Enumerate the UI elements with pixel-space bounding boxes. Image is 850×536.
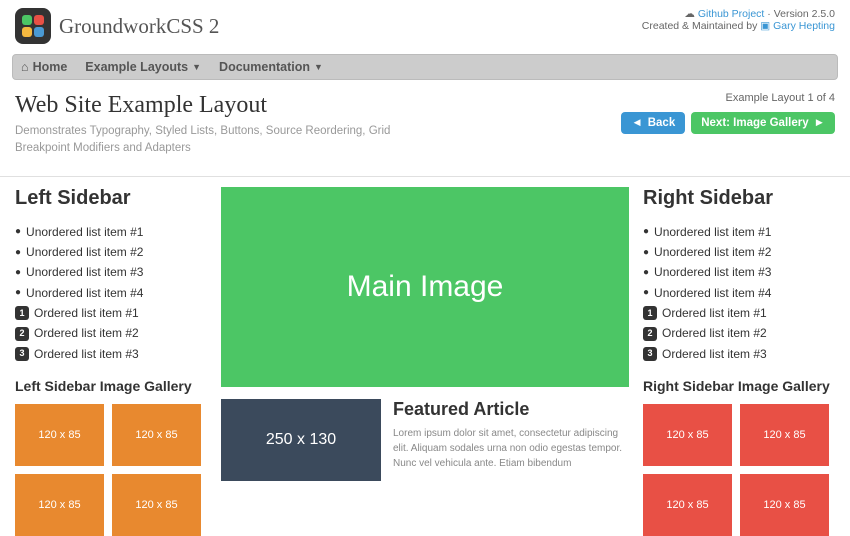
caret-down-icon: ▼ (314, 62, 323, 72)
back-button[interactable]: ◄Back (621, 112, 685, 134)
list-item: ●Unordered list item #4 (15, 283, 207, 303)
list-item: ●Unordered list item #2 (15, 242, 207, 262)
arrow-right-icon: ► (814, 117, 825, 129)
right-gallery-title: Right Sidebar Image Gallery (643, 378, 835, 394)
author-link[interactable]: Gary Hepting (773, 20, 835, 32)
thumbnail[interactable]: 120 x 85 (112, 474, 201, 536)
github-icon: ☁ (684, 8, 695, 20)
thumbnail[interactable]: 120 x 85 (15, 474, 104, 536)
logo (15, 8, 51, 44)
list-item: 2Ordered list item #2 (15, 323, 207, 343)
maintained-label: Created & Maintained by (642, 20, 758, 32)
list-item: 3Ordered list item #3 (15, 344, 207, 364)
nav-docs[interactable]: Documentation▼ (219, 60, 323, 74)
brand-title: GroundworkCSS 2 (59, 14, 219, 39)
nav-layouts[interactable]: Example Layouts▼ (85, 60, 201, 74)
list-item: 1Ordered list item #1 (643, 303, 835, 323)
version-text: Version 2.5.0 (774, 8, 835, 20)
list-item: ●Unordered list item #3 (15, 262, 207, 282)
list-item: 1Ordered list item #1 (15, 303, 207, 323)
thumbnail[interactable]: 120 x 85 (643, 404, 732, 466)
list-item: 3Ordered list item #3 (643, 344, 835, 364)
thumbnail[interactable]: 120 x 85 (112, 404, 201, 466)
nav-bar: ⌂Home Example Layouts▼ Documentation▼ (12, 54, 838, 80)
thumbnail[interactable]: 120 x 85 (740, 404, 829, 466)
thumbnail[interactable]: 120 x 85 (643, 474, 732, 536)
arrow-left-icon: ◄ (631, 117, 642, 129)
list-item: ●Unordered list item #1 (643, 222, 835, 242)
next-button[interactable]: Next: Image Gallery► (691, 112, 835, 134)
page-subtitle: Demonstrates Typography, Styled Lists, B… (15, 123, 435, 158)
feature-text: Lorem ipsum dolor sit amet, consectetur … (393, 426, 629, 471)
twitter-icon: ▣ (760, 20, 770, 32)
feature-image: 250 x 130 (221, 399, 381, 481)
thumbnail[interactable]: 120 x 85 (740, 474, 829, 536)
feature-title: Featured Article (393, 399, 629, 420)
list-item: ●Unordered list item #2 (643, 242, 835, 262)
left-gallery-title: Left Sidebar Image Gallery (15, 378, 207, 394)
list-item: ●Unordered list item #3 (643, 262, 835, 282)
home-icon: ⌂ (21, 60, 29, 74)
layout-counter: Example Layout 1 of 4 (726, 92, 835, 104)
meta-info: ☁ Github Project · Version 2.5.0 Created… (642, 8, 835, 32)
main-image: Main Image (221, 187, 629, 387)
left-sidebar-title: Left Sidebar (15, 187, 207, 210)
right-sidebar-title: Right Sidebar (643, 187, 835, 210)
list-item: ●Unordered list item #4 (643, 283, 835, 303)
right-unordered-list: ●Unordered list item #1 ●Unordered list … (643, 222, 835, 365)
list-item: 2Ordered list item #2 (643, 323, 835, 343)
nav-home[interactable]: ⌂Home (21, 60, 67, 74)
thumbnail[interactable]: 120 x 85 (15, 404, 104, 466)
github-link[interactable]: Github Project (698, 8, 765, 20)
list-item: ●Unordered list item #1 (15, 222, 207, 242)
caret-down-icon: ▼ (192, 62, 201, 72)
left-unordered-list: ●Unordered list item #1 ●Unordered list … (15, 222, 207, 365)
